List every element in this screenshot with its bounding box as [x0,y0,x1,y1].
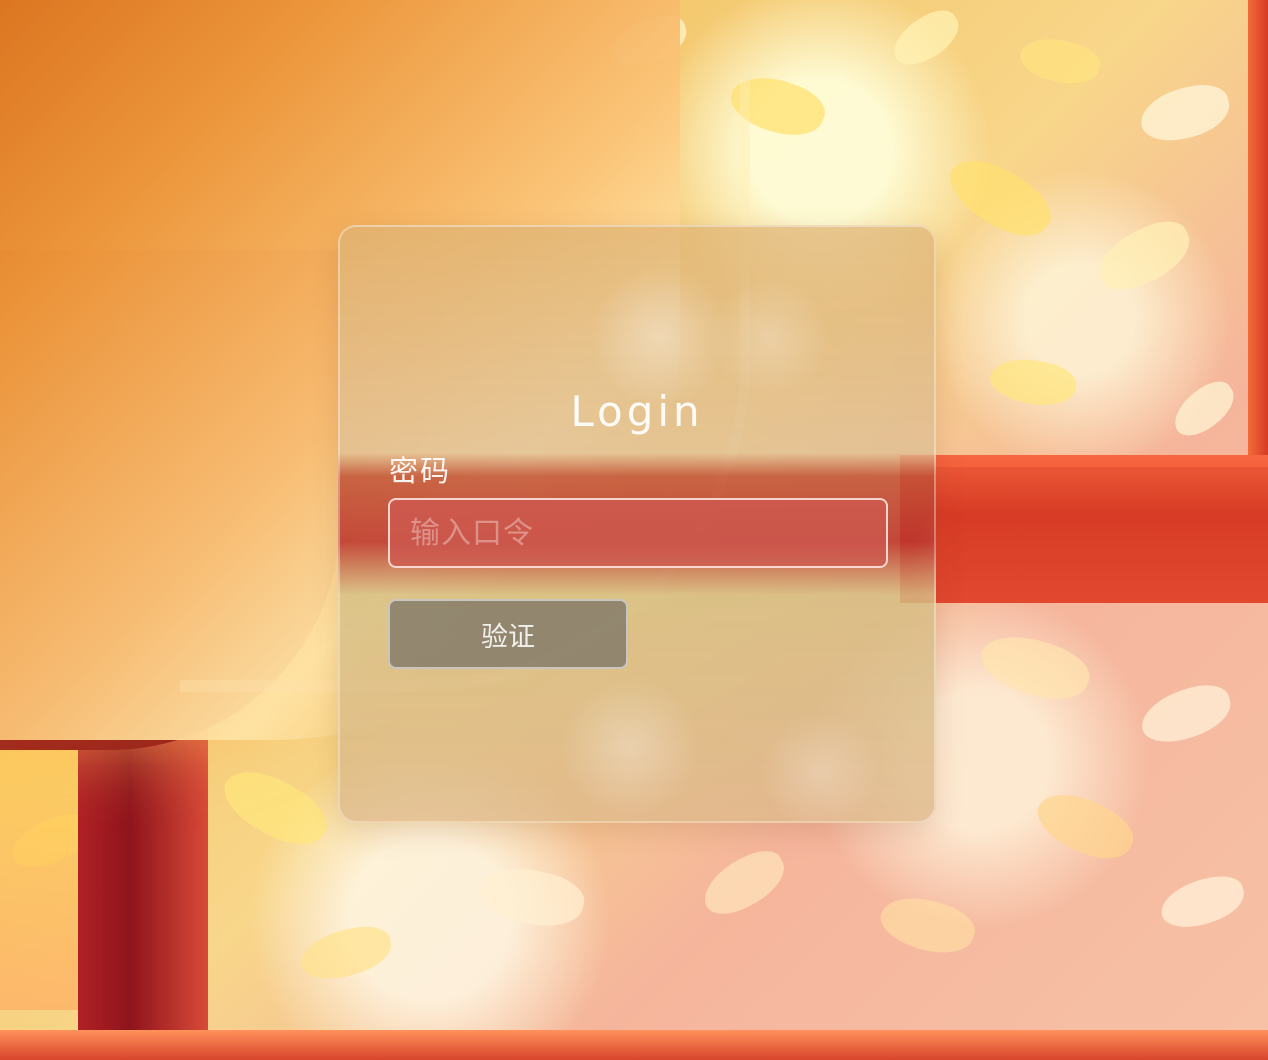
login-page-background: Login 密码 验证 [0,0,1268,1060]
password-input[interactable] [388,498,888,568]
left-window-post [78,700,208,1040]
verify-button[interactable]: 验证 [388,599,628,669]
login-card: Login 密码 验证 [338,225,936,823]
login-title: Login [570,387,704,436]
bottom-window-frame [0,1030,1268,1060]
window-frame-horizontal [900,455,1268,603]
password-label: 密码 [389,454,452,488]
left-window-glow [0,740,78,1010]
window-frame-vertical [1248,0,1268,470]
